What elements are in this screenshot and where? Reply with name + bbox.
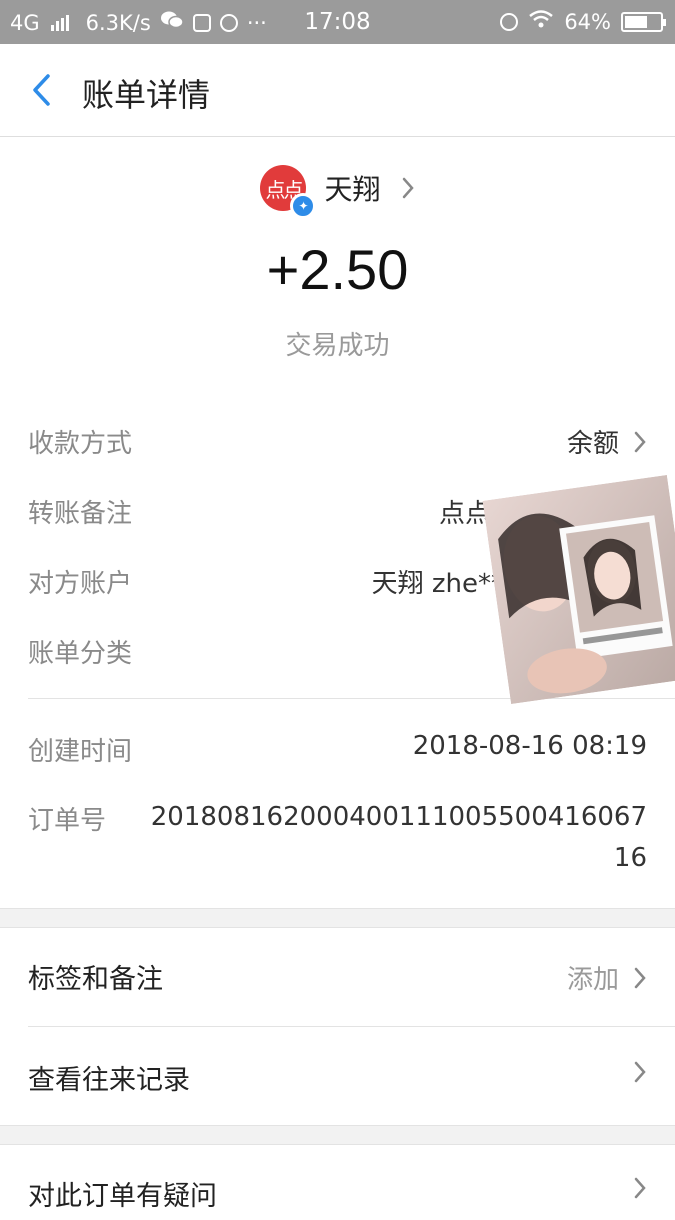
action-right: 添加 [567,959,647,996]
detail-label: 收款方式 [28,429,133,459]
action-right [633,1060,647,1084]
detail-value-container: 余额 [567,423,647,460]
payee-row[interactable]: 点点 ✦ 天翔 [0,162,675,219]
detail-label: 创建时间 [28,737,133,767]
chevron-right-icon [634,1061,646,1083]
detail-row-order-number: 订单号 2018081620004001110055004160​6716 [28,800,647,890]
battery-fill [625,15,647,28]
divider [28,698,675,699]
battery-icon [621,11,666,32]
add-link[interactable]: 添加 [567,959,619,996]
payee-name: 天翔 [324,173,381,206]
detail-value: 余额 [566,429,619,459]
chevron-left-icon[interactable] [28,72,58,108]
chevron-right-icon [634,1177,646,1199]
detail-label: 订单号 [28,806,107,836]
action-right [633,1176,647,1200]
transaction-status: 交易成功 [285,331,390,361]
detail-label: 转账备注 [28,499,133,529]
alarm-icon [500,12,519,31]
view-history-row[interactable]: 查看往来记录 [28,1054,647,1104]
detail-label: 对方账户 [28,569,133,599]
battery-percent: 64% [564,9,611,34]
action-label: 查看往来记录 [28,1065,190,1096]
action-label: 标签和备注 [28,964,163,995]
section-gap [0,908,675,928]
page-title: 账单详情 [82,76,211,114]
nav-bar: 账单详情 [0,44,675,137]
tags-and-notes-row[interactable]: 标签和备注 添加 [28,953,647,1003]
divider [28,1026,675,1027]
chevron-right-icon [634,431,646,452]
status-bar: 4G 6.3K/s ··· 17:08 64% [0,0,675,44]
amount: +2.50 [266,238,409,301]
detail-row-payment-method[interactable]: 收款方式 余额 [28,423,647,463]
chevron-right-icon [402,177,414,199]
bill-summary: 点点 ✦ 天翔 +2.50 交易成功 [0,137,675,407]
action-label: 对此订单有疑问 [28,1181,217,1212]
avatar: 点点 ✦ [260,165,317,219]
section-gap [0,1125,675,1145]
chevron-right-icon [634,967,646,988]
order-number: 2018081620004001110055004160​6716 [150,802,647,873]
detail-label: 账单分类 [28,639,133,669]
detail-value: 2018-08-16 08:19 [412,731,647,761]
verified-badge-icon: ✦ [290,193,317,219]
detail-row-created-time: 创建时间 2018-08-16 08:19 [28,731,647,771]
order-question-row[interactable]: 对此订单有疑问 [28,1170,647,1220]
overlay-photo [482,475,675,704]
wifi-icon [528,9,554,34]
